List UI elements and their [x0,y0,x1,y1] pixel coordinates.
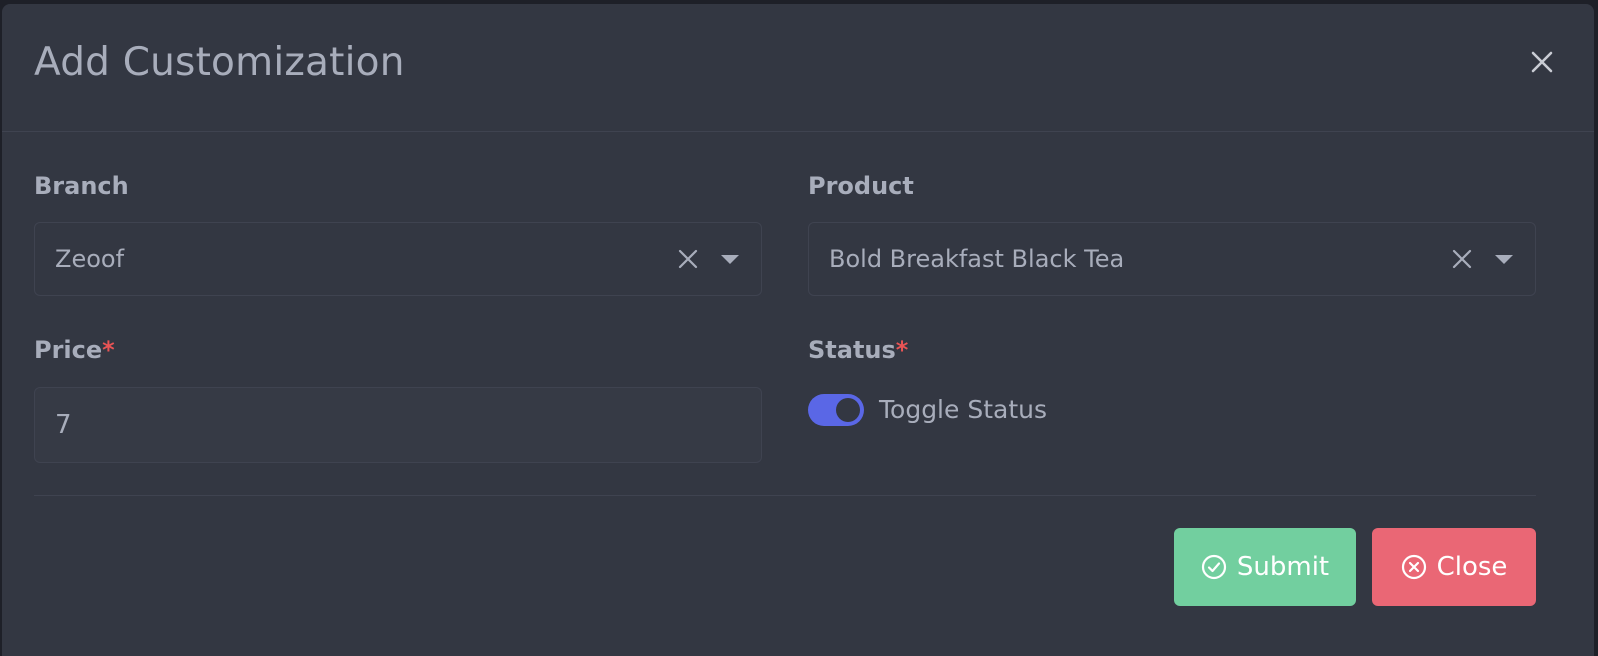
add-customization-modal: Add Customization Branch Zeoof Product B… [2,4,1594,656]
product-clear-button[interactable] [1451,248,1473,270]
chevron-down-icon[interactable] [1495,255,1513,264]
toggle-knob [836,398,860,422]
status-required-mark: * [895,336,909,364]
status-toggle-label[interactable]: Toggle Status [879,394,1047,425]
branch-label: Branch [34,172,129,201]
chevron-down-icon[interactable] [721,255,739,264]
product-label: Product [808,172,914,201]
modal-title: Add Customization [34,40,405,85]
price-label: Price* [34,336,115,365]
footer-divider [34,495,1536,496]
status-toggle[interactable] [808,394,864,426]
x-circle-icon [1401,554,1426,580]
branch-clear-button[interactable] [677,248,699,270]
modal-header: Add Customization [2,4,1594,132]
submit-button[interactable]: Submit [1174,528,1356,606]
status-label-text: Status [808,336,896,364]
close-icon [1531,51,1553,73]
status-label: Status* [808,336,908,365]
price-input[interactable] [34,387,762,463]
branch-select[interactable]: Zeoof [34,222,762,296]
modal-body: Branch Zeoof Product Bold Breakfast Blac… [2,132,1594,500]
product-select[interactable]: Bold Breakfast Black Tea [808,222,1536,296]
price-required-mark: * [102,336,115,364]
product-label-text: Product [808,172,914,200]
price-label-text: Price [34,336,103,364]
modal-close-button[interactable] [1530,50,1554,74]
clear-icon [1452,249,1472,269]
check-circle-icon [1201,554,1226,580]
close-button-label: Close [1436,552,1508,582]
product-select-value: Bold Breakfast Black Tea [829,245,1125,273]
clear-icon [678,249,698,269]
submit-button-label: Submit [1236,552,1330,582]
branch-label-text: Branch [34,172,129,200]
branch-select-value: Zeoof [55,245,125,273]
close-button[interactable]: Close [1372,528,1536,606]
